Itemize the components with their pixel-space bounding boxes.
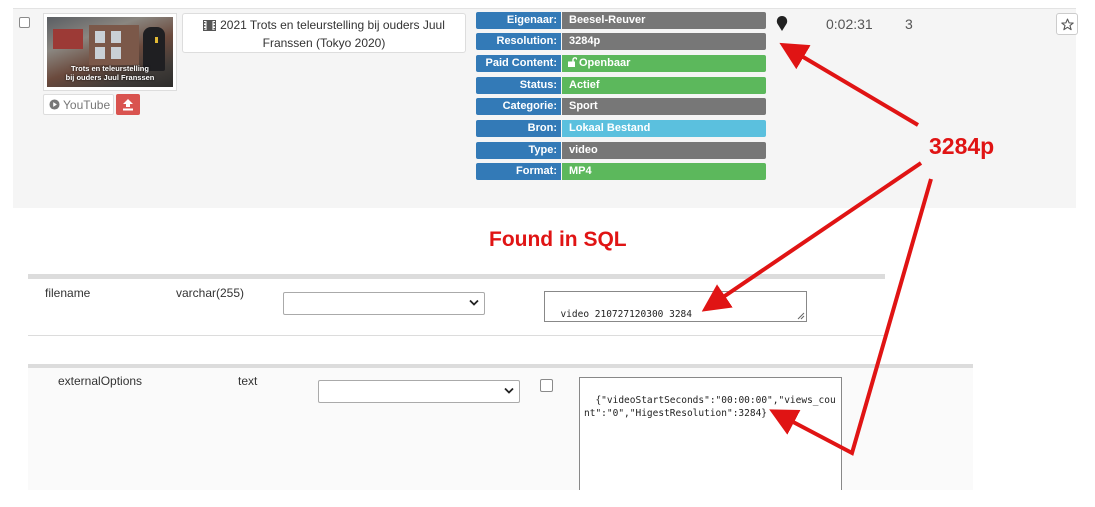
arrow-to-external-options xyxy=(769,178,933,456)
annotation-arrows xyxy=(701,42,933,456)
arrow-to-filename xyxy=(701,161,923,312)
arrow-to-resolution xyxy=(779,42,920,127)
